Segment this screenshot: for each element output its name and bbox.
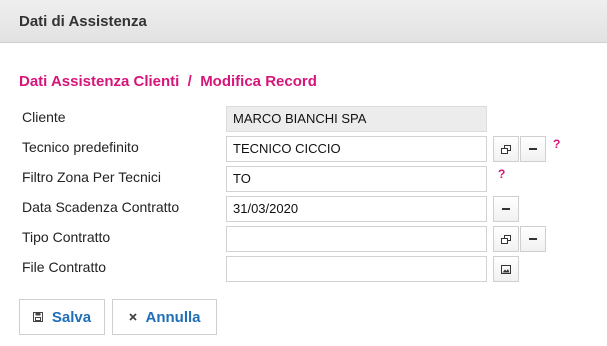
cancel-button-label: Annulla [145, 308, 201, 326]
tipo-lookup-button[interactable] [493, 226, 519, 252]
cliente-field: MARCO BIANCHI SPA [226, 106, 487, 132]
floppy-icon [32, 312, 43, 322]
breadcrumb-section: Dati Assistenza Clienti [19, 73, 180, 90]
tecnico-label: Tecnico predefinito [22, 139, 139, 155]
scadenza-label: Data Scadenza Contratto [22, 199, 180, 215]
tecnico-clear-button[interactable] [520, 136, 546, 162]
close-icon [128, 313, 137, 321]
panel-title: Dati di Assistenza [19, 13, 147, 30]
tecnico-help-icon[interactable]: ? [553, 137, 560, 151]
cliente-label: Cliente [22, 109, 66, 125]
minus-icon [529, 238, 537, 240]
popup-window-icon [501, 234, 511, 244]
tipo-label: Tipo Contratto [22, 229, 111, 245]
scadenza-field[interactable]: 31/03/2020 [226, 196, 487, 222]
save-button-label: Salva [51, 308, 92, 326]
filtro-help-icon[interactable]: ? [498, 167, 505, 181]
tipo-clear-button[interactable] [520, 226, 546, 252]
save-button[interactable]: Salva [19, 299, 105, 335]
minus-icon [529, 148, 537, 150]
minus-icon [502, 208, 510, 210]
filtro-field[interactable]: TO [226, 166, 487, 192]
image-icon [501, 264, 511, 274]
tecnico-lookup-button[interactable] [493, 136, 519, 162]
filtro-label: Filtro Zona Per Tecnici [22, 169, 162, 185]
file-upload-button[interactable] [493, 256, 519, 282]
popup-window-icon [501, 144, 511, 154]
file-label: File Contratto [22, 259, 107, 275]
tipo-field[interactable] [226, 226, 487, 252]
breadcrumb: Dati Assistenza Clienti / Modifica Recor… [19, 73, 317, 90]
file-field[interactable] [226, 256, 487, 282]
breadcrumb-page: Modifica Record [200, 73, 317, 90]
tecnico-field[interactable]: TECNICO CICCIO [226, 136, 487, 162]
panel-header: Dati di Assistenza [0, 0, 607, 43]
scadenza-clear-button[interactable] [493, 196, 519, 222]
cancel-button[interactable]: Annulla [112, 299, 217, 335]
